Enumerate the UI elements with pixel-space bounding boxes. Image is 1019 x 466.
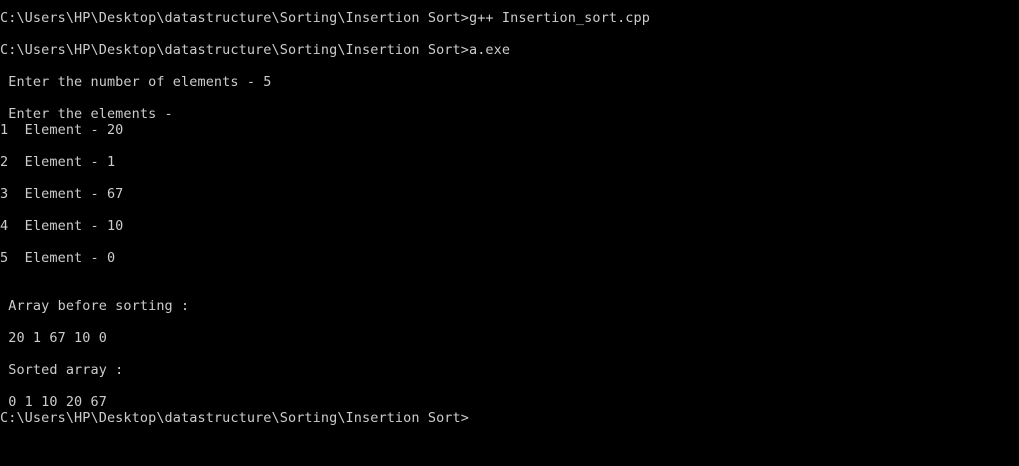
element-input-2: 2 Element - 1 (0, 154, 116, 170)
current-prompt[interactable]: C:\Users\HP\Desktop\datastructure\Sortin… (0, 410, 469, 426)
element-input-1: 1 Element - 20 (0, 122, 124, 138)
array-before-values: 20 1 67 10 0 (0, 330, 107, 346)
command-line-compile: C:\Users\HP\Desktop\datastructure\Sortin… (0, 10, 650, 26)
array-before-heading: Array before sorting : (0, 298, 190, 314)
element-input-4: 4 Element - 10 (0, 218, 124, 234)
prompt-enter-elements: Enter the elements - (0, 106, 173, 122)
sorted-array-heading: Sorted array : (0, 362, 124, 378)
command-line-run: C:\Users\HP\Desktop\datastructure\Sortin… (0, 42, 511, 58)
console-window[interactable]: C:\Users\HP\Desktop\datastructure\Sortin… (0, 0, 1019, 466)
prompt-number-of-elements: Enter the number of elements - 5 (0, 74, 272, 90)
element-input-5: 5 Element - 0 (0, 250, 116, 266)
element-input-3: 3 Element - 67 (0, 186, 124, 202)
sorted-array-values: 0 1 10 20 67 (0, 394, 107, 410)
